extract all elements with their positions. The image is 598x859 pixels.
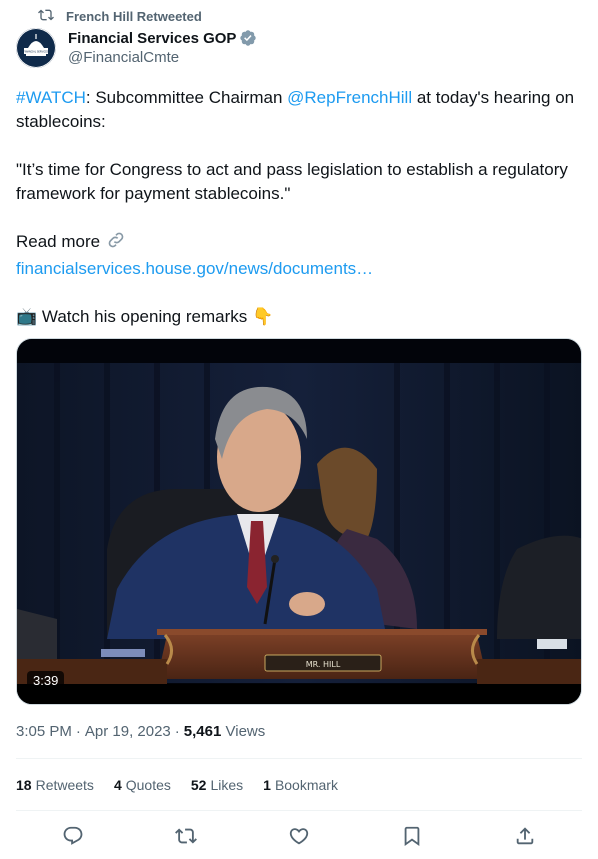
read-more-line: Read more [16,230,582,257]
link-icon [105,230,127,257]
retweet-icon [38,7,54,26]
retweets-count: 18 [16,777,32,793]
engagement-stats: 18 Retweets 4 Quotes 52 Likes 1 Bookmark [16,774,338,796]
retweeted-by-bar[interactable]: French Hill Retweeted [38,7,202,25]
hashtag-link[interactable]: #WATCH [16,88,86,107]
views-count: 5,461 [183,723,222,740]
tv-emoji-icon: 📺 [16,307,38,326]
like-button[interactable] [279,822,319,850]
share-icon [517,827,534,845]
reply-button[interactable] [53,822,93,850]
nameplate-text: MR. HILL [306,660,341,669]
retweets-label: Retweets [35,777,94,793]
tweet-text: #WATCH: Subcommittee Chairman @RepFrench… [16,86,582,329]
reply-icon [63,826,82,845]
bookmark-button[interactable] [392,822,432,850]
meta-separator: · [75,723,81,740]
views-label: Views [225,723,266,740]
retweet-icon [174,828,197,844]
tweet-intro-text-a: : Subcommittee Chairman [85,88,288,107]
tweet-date[interactable]: Apr 19, 2023 [85,721,171,743]
verified-badge-icon[interactable] [239,29,257,47]
tweet-time[interactable]: 3:05 PM [16,721,72,743]
retweet-button[interactable] [166,822,206,850]
like-icon [289,828,309,845]
svg-text:FINANCIAL SERVICES: FINANCIAL SERVICES [24,50,49,53]
author-name[interactable]: Financial Services GOP [68,30,236,47]
likes-stat[interactable]: 52 Likes [191,774,243,796]
tweet-quote: "It’s time for Congress to act and pass … [16,160,568,203]
quotes-count: 4 [113,777,122,793]
share-button[interactable] [505,822,545,850]
video-player[interactable]: MR. HILL 3:39 [16,338,582,705]
quotes-stat[interactable]: 4 Quotes [114,774,171,796]
video-thumbnail: MR. HILL [17,339,581,704]
pointing-down-emoji-icon: 👇 [252,307,274,326]
divider [16,810,582,811]
likes-count: 52 [190,777,207,793]
capitol-logo-icon: FINANCIAL SERVICES [16,28,56,68]
retweeted-by-text: French Hill Retweeted [66,8,202,24]
author-block: Financial Services GOP @FinancialCmte [68,28,257,68]
likes-label: Likes [210,777,244,793]
bookmarks-count: 1 [263,777,271,793]
bookmark-icon [404,826,420,847]
action-bar [16,822,582,850]
retweets-stat[interactable]: 18 Retweets [16,774,94,796]
avatar[interactable]: FINANCIAL SERVICES [16,28,56,68]
author-handle[interactable]: @FinancialCmte [68,48,257,68]
quotes-label: Quotes [125,777,171,793]
divider [16,758,582,759]
bookmarks-stat[interactable]: 1 Bookmark [263,774,338,796]
mention-link[interactable]: @RepFrenchHill [287,88,412,107]
tweet-meta: 3:05 PM · Apr 19, 2023 · 5,461 Views [16,721,265,743]
bookmarks-label: Bookmark [274,777,338,793]
tweet-intro: #WATCH: Subcommittee Chairman @RepFrench… [16,86,582,134]
read-more-text: Read more [16,232,101,251]
video-duration-badge: 3:39 [27,671,65,690]
article-url-link[interactable]: financialservices.house.gov/news/documen… [16,259,373,278]
watch-line: 📺 Watch his opening remarks 👇 [16,305,582,329]
meta-separator: · [174,723,180,740]
watch-text: Watch his opening remarks [41,307,248,326]
